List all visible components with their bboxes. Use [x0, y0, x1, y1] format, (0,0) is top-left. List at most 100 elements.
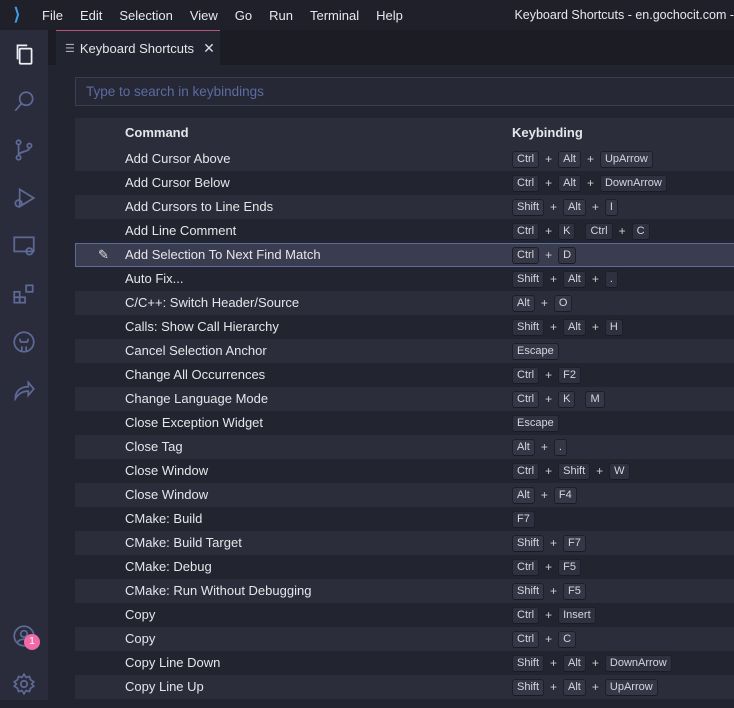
plus-separator: +	[545, 368, 553, 382]
table-row[interactable]: Close Window Alt + F4	[75, 483, 734, 507]
key-cap: Alt	[512, 294, 535, 312]
keybinding: Shift + Alt + I	[512, 198, 618, 216]
remote-explorer-icon[interactable]	[0, 222, 48, 270]
plus-separator: +	[545, 608, 553, 622]
tab-label: Keyboard Shortcuts	[79, 40, 195, 56]
table-row[interactable]: Change Language Mode Ctrl + K M	[75, 387, 734, 411]
keybinding: Shift + Alt + DownArrow	[512, 654, 672, 672]
command-label: Copy	[125, 631, 156, 646]
key-cap: Shift	[512, 198, 545, 216]
plus-separator: +	[618, 224, 626, 238]
explorer-icon[interactable]	[0, 30, 48, 78]
table-row[interactable]: Cancel Selection Anchor Escape	[75, 339, 734, 363]
key-cap: DownArrow	[599, 174, 667, 192]
key-cap: K	[558, 222, 576, 240]
menu-file[interactable]: File	[34, 8, 72, 23]
key-cap: F7	[563, 534, 586, 552]
plus-separator: +	[550, 200, 558, 214]
menu-run[interactable]: Run	[261, 8, 302, 23]
key-cap: Alt	[558, 150, 581, 168]
command-label: CMake: Debug	[125, 559, 212, 574]
command-label: Calls: Show Call Hierarchy	[125, 319, 279, 334]
key-cap: Ctrl	[512, 462, 540, 480]
table-row[interactable]: Copy Line Down Shift + Alt + DownArrow	[75, 651, 734, 675]
command-label: CMake: Run Without Debugging	[125, 583, 312, 598]
menu-go[interactable]: Go	[227, 8, 261, 23]
table-row[interactable]: CMake: Build F7	[75, 507, 734, 531]
key-cap: C	[558, 630, 577, 648]
key-cap: Ctrl	[512, 150, 540, 168]
table-row[interactable]: Calls: Show Call Hierarchy Shift + Alt + H	[75, 315, 734, 339]
source-control-icon[interactable]	[0, 126, 48, 174]
edit-pencil-icon[interactable]: ✎	[98, 243, 109, 267]
settings-gear-icon[interactable]	[0, 660, 48, 708]
key-cap: UpArrow	[599, 150, 653, 168]
keybinding: Shift + Alt +.	[512, 270, 618, 288]
vscode-logo-icon: ⟩	[13, 5, 21, 24]
live-share-icon[interactable]	[0, 366, 48, 414]
keybinding: Shift + Alt + UpArrow	[512, 678, 658, 696]
table-row[interactable]: Add Cursors to Line Ends Shift + Alt + I	[75, 195, 734, 219]
keybindings-file-icon: ☰	[65, 42, 75, 55]
table-row[interactable]: Copy Ctrl + Insert	[75, 603, 734, 627]
table-row[interactable]: CMake: Debug Ctrl + F5	[75, 555, 734, 579]
key-cap: Ctrl	[512, 606, 540, 624]
tab-bar: ☰ Keyboard Shortcuts ✕	[48, 30, 734, 65]
command-label: Change All Occurrences	[125, 367, 266, 382]
command-label: Add Selection To Next Find Match	[125, 247, 321, 262]
run-debug-icon[interactable]	[0, 174, 48, 222]
key-cap: Escape	[512, 342, 559, 360]
table-row[interactable]: Add Cursor Above Ctrl + Alt + UpArrow	[75, 147, 734, 171]
close-icon[interactable]: ✕	[203, 40, 215, 57]
table-row[interactable]: Auto Fix... Shift + Alt +.	[75, 267, 734, 291]
plus-separator: +	[550, 536, 558, 550]
table-row[interactable]: Copy Ctrl + C	[75, 627, 734, 651]
key-cap: Ctrl	[585, 222, 613, 240]
keybindings-search-input[interactable]: Type to search in keybindings	[75, 77, 734, 106]
table-row[interactable]: CMake: Run Without Debugging Shift + F5	[75, 579, 734, 603]
table-row[interactable]: Close Exception Widget Escape	[75, 411, 734, 435]
extensions-icon[interactable]	[0, 270, 48, 318]
table-row[interactable]: Add Line Comment Ctrl + K Ctrl + C	[75, 219, 734, 243]
table-row[interactable]: Copy Line Up Shift + Alt + UpArrow	[75, 675, 734, 699]
plus-separator: +	[596, 464, 604, 478]
key-cap: Ctrl	[512, 390, 540, 408]
menu-help[interactable]: Help	[368, 8, 412, 23]
table-row[interactable]: Add Cursor Below Ctrl + Alt + DownArrow	[75, 171, 734, 195]
tab-keyboard-shortcuts[interactable]: ☰ Keyboard Shortcuts ✕	[56, 30, 220, 65]
menu-terminal[interactable]: Terminal	[302, 8, 368, 23]
table-row[interactable]: CMake: Build Target Shift + F7	[75, 531, 734, 555]
table-row[interactable]: Change All Occurrences Ctrl + F2	[75, 363, 734, 387]
keybinding: Escape	[512, 414, 559, 432]
menu-selection[interactable]: Selection	[111, 8, 181, 23]
key-cap: D	[558, 246, 577, 264]
key-cap: F7	[512, 510, 535, 528]
accounts-icon[interactable]	[0, 612, 48, 660]
command-label: Copy Line Up	[125, 679, 204, 694]
plus-separator: +	[550, 272, 558, 286]
table-row[interactable]: ✎ Add Selection To Next Find Match Ctrl + D	[75, 243, 734, 267]
table-header: Command Keybinding	[75, 118, 734, 147]
search-icon[interactable]	[0, 78, 48, 126]
key-cap: Shift	[512, 582, 545, 600]
key-cap: H	[604, 318, 623, 336]
plus-separator: +	[545, 152, 553, 166]
key-cap: Alt	[558, 174, 581, 192]
command-label: Add Cursors to Line Ends	[125, 199, 274, 214]
github-icon[interactable]	[0, 318, 48, 366]
plus-separator: +	[591, 320, 599, 334]
key-cap: Ctrl	[512, 222, 540, 240]
table-row[interactable]: Close Window Ctrl + Shift + W	[75, 459, 734, 483]
table-row[interactable]: C/C++: Switch Header/Source Alt + O	[75, 291, 734, 315]
plus-separator: +	[591, 272, 599, 286]
menu-view[interactable]: View	[182, 8, 227, 23]
key-cap: Ctrl	[512, 630, 540, 648]
plus-separator: +	[586, 152, 594, 166]
key-cap: Escape	[512, 414, 559, 432]
key-cap: F5	[558, 558, 581, 576]
menu-edit[interactable]: Edit	[72, 8, 111, 23]
keybinding: Ctrl + Alt + UpArrow	[512, 150, 653, 168]
table-row[interactable]: Close Tag Alt +.	[75, 435, 734, 459]
key-cap: Shift	[558, 462, 591, 480]
key-cap: Ctrl	[512, 246, 540, 264]
